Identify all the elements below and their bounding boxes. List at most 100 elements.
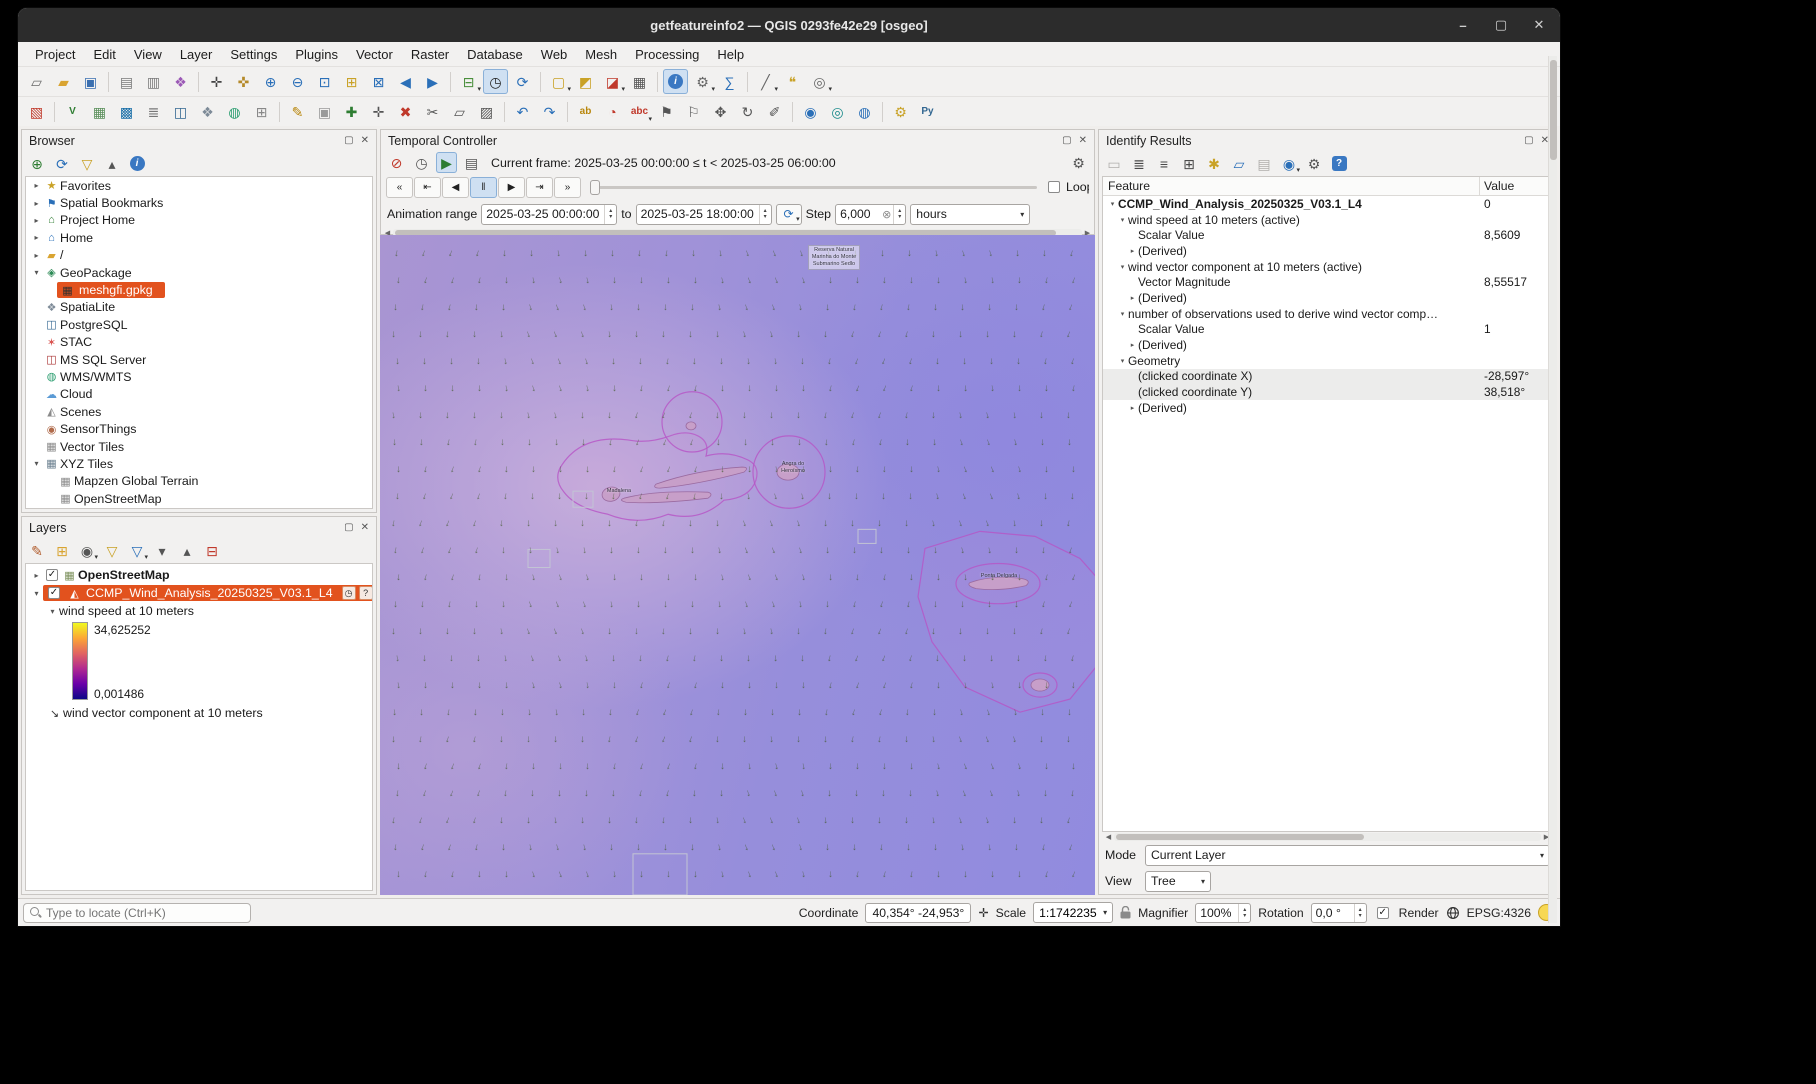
layer-item-ccmp-wind-analysis[interactable]: ▾ ◭ CCMP_Wind_Analysis_20250325_V03.1_L4… [26, 584, 372, 602]
menu-mesh[interactable]: Mesh [576, 45, 626, 64]
chevron-down-icon[interactable]: ▾ [30, 459, 43, 468]
step-back-button[interactable]: ◀ [442, 177, 469, 198]
spinner-arrows[interactable] [1238, 904, 1250, 922]
identify-features-button[interactable]: i [663, 69, 688, 94]
map-tips-button[interactable]: ❝ [780, 69, 805, 94]
measure-line-button[interactable]: ╱ [753, 69, 778, 94]
menu-processing[interactable]: Processing [626, 45, 708, 64]
browser-item-sensorthings[interactable]: ◉SensorThings [26, 420, 362, 437]
dock-float-button[interactable]: ▢ [1062, 135, 1071, 146]
scrollbar-track[interactable] [1114, 833, 1541, 841]
chevron-down-icon[interactable]: ▾ [1117, 357, 1128, 365]
browser-item-stac[interactable]: ✶STAC [26, 334, 362, 351]
layer-visibility-checkbox[interactable] [46, 569, 58, 581]
geocode-button[interactable]: ◎ [825, 99, 850, 124]
properties-widget-button[interactable]: i [126, 153, 148, 175]
browser-item-scenes[interactable]: ◭Scenes [26, 403, 362, 420]
change-label-properties-button[interactable]: ✐ [762, 99, 787, 124]
chevron-right-icon[interactable]: ▸ [30, 181, 43, 190]
fast-forward-button[interactable]: » [554, 177, 581, 198]
chevron-right-icon[interactable]: ▸ [1127, 341, 1138, 349]
chevron-down-icon[interactable]: ▾ [46, 607, 59, 616]
chevron-down-icon[interactable]: ▾ [1117, 310, 1128, 318]
dock-float-button[interactable]: ▢ [344, 522, 353, 533]
refresh-browser-button[interactable]: ⟳ [51, 153, 73, 175]
browser-item-favorites[interactable]: ▸★Favorites [26, 177, 362, 194]
slider-track[interactable] [590, 186, 1037, 189]
spinner-arrows[interactable] [759, 205, 771, 224]
menu-vector[interactable]: Vector [347, 45, 402, 64]
add-mesh-layer-button[interactable]: ▩ [114, 99, 139, 124]
browser-item-geopackage[interactable]: ▾◈GeoPackage [26, 264, 362, 281]
add-raster-layer-button[interactable]: ▦ [87, 99, 112, 124]
identify-row[interactable]: ▾number of observations used to derive w… [1103, 306, 1552, 322]
open-data-source-manager-button[interactable]: ▧ [24, 99, 49, 124]
menu-layer[interactable]: Layer [171, 45, 222, 64]
copy-features-button[interactable]: ▱ [447, 99, 472, 124]
chevron-down-icon[interactable]: ▾ [1117, 263, 1128, 271]
menu-web[interactable]: Web [532, 45, 577, 64]
pause-button[interactable]: ‖ [470, 177, 497, 198]
scroll-left-icon[interactable]: ◀ [1104, 833, 1113, 841]
dock-float-button[interactable]: ▢ [344, 135, 353, 146]
clear-icon[interactable]: ⊗ [880, 208, 893, 221]
web-services-button[interactable]: ◍ [852, 99, 877, 124]
filter-browser-button[interactable]: ▽ [76, 153, 98, 175]
locate-search[interactable] [23, 903, 251, 923]
browser-panel-title-bar[interactable]: Browser ▢ ✕ [22, 130, 376, 151]
identify-panel-title-bar[interactable]: Identify Results ▢ ✕ [1099, 130, 1556, 151]
title-bar[interactable]: getfeatureinfo2 — QGIS 0293fe42e29 [osge… [18, 8, 1560, 42]
new-print-layout-button[interactable]: ▤ [114, 69, 139, 94]
browser-item-wms-wmts[interactable]: ◍WMS/WMTS [26, 368, 362, 385]
identify-row[interactable]: ▾wind vector component at 10 meters (act… [1103, 259, 1552, 275]
identify-settings-button[interactable]: ⚙ [1303, 153, 1325, 175]
add-group-button[interactable]: ⊞ [51, 540, 73, 562]
menu-view[interactable]: View [125, 45, 171, 64]
chevron-down-icon[interactable]: ▾ [1107, 200, 1118, 208]
open-form-button[interactable]: ▭ [1103, 153, 1125, 175]
identify-hscrollbar[interactable]: ◀ ▶ [1102, 832, 1553, 842]
pan-to-selection-button[interactable]: ✜ [231, 69, 256, 94]
add-spatialite-layer-button[interactable]: ❖ [195, 99, 220, 124]
maximize-button[interactable]: ▢ [1492, 17, 1510, 33]
layer-diagram-button[interactable]: ◔ [600, 99, 625, 124]
style-manager-button[interactable]: ❖ [168, 69, 193, 94]
browser-item-postgresql[interactable]: ◫PostgreSQL [26, 316, 362, 333]
open-attribute-table-button[interactable]: ▦ [627, 69, 652, 94]
range-end-input[interactable] [641, 207, 759, 221]
scrollbar-thumb[interactable] [1550, 60, 1557, 160]
nominatim-geocoder-button[interactable]: ◎ [807, 69, 832, 94]
step-input[interactable] [840, 207, 880, 221]
browser-item-cloud[interactable]: ☁Cloud [26, 386, 362, 403]
identify-row[interactable]: (clicked coordinate X)-28,597° [1103, 369, 1552, 385]
open-layer-styling-button[interactable]: ✎ [26, 540, 48, 562]
browser-item-ms-sql-server[interactable]: ◫MS SQL Server [26, 351, 362, 368]
layer-temporal-indicator-icon[interactable]: ◷ [342, 586, 356, 600]
chevron-right-icon[interactable]: ▸ [30, 251, 43, 260]
identify-help-button[interactable]: ? [1328, 153, 1350, 175]
chevron-right-icon[interactable]: ▸ [30, 233, 43, 242]
temporal-settings-button[interactable]: ⚙ [1068, 152, 1089, 173]
browser-scrollbar[interactable] [1548, 56, 1557, 923]
range-start-datetime[interactable] [481, 204, 617, 225]
chevron-right-icon[interactable]: ▸ [1127, 294, 1138, 302]
menu-project[interactable]: Project [26, 45, 84, 64]
layer-question-indicator-icon[interactable]: ? [359, 586, 373, 600]
menu-raster[interactable]: Raster [402, 45, 458, 64]
save-layer-edits-button[interactable]: ▣ [312, 99, 337, 124]
dock-close-button[interactable]: ✕ [1079, 135, 1087, 146]
collapse-all-button[interactable]: ▴ [101, 153, 123, 175]
add-selected-layers-button[interactable]: ⊕ [26, 153, 48, 175]
cut-features-button[interactable]: ✂ [420, 99, 445, 124]
collapse-tree-button[interactable]: ≡ [1153, 153, 1175, 175]
identify-row[interactable]: ▸(Derived) [1103, 337, 1552, 353]
rewind-button[interactable]: « [386, 177, 413, 198]
identify-row[interactable]: ▸(Derived) [1103, 400, 1552, 416]
browser-item-openstreetmap[interactable]: ▦OpenStreetMap [26, 490, 362, 507]
save-project-button[interactable]: ▣ [78, 69, 103, 94]
identify-mode-button[interactable]: ◉ [1278, 153, 1300, 175]
zoom-to-layer-button[interactable]: ⊠ [366, 69, 391, 94]
zoom-full-button[interactable]: ⊡ [312, 69, 337, 94]
collapse-all-layers-button[interactable]: ▴ [176, 540, 198, 562]
extents-icon[interactable]: ✛ [978, 906, 988, 920]
